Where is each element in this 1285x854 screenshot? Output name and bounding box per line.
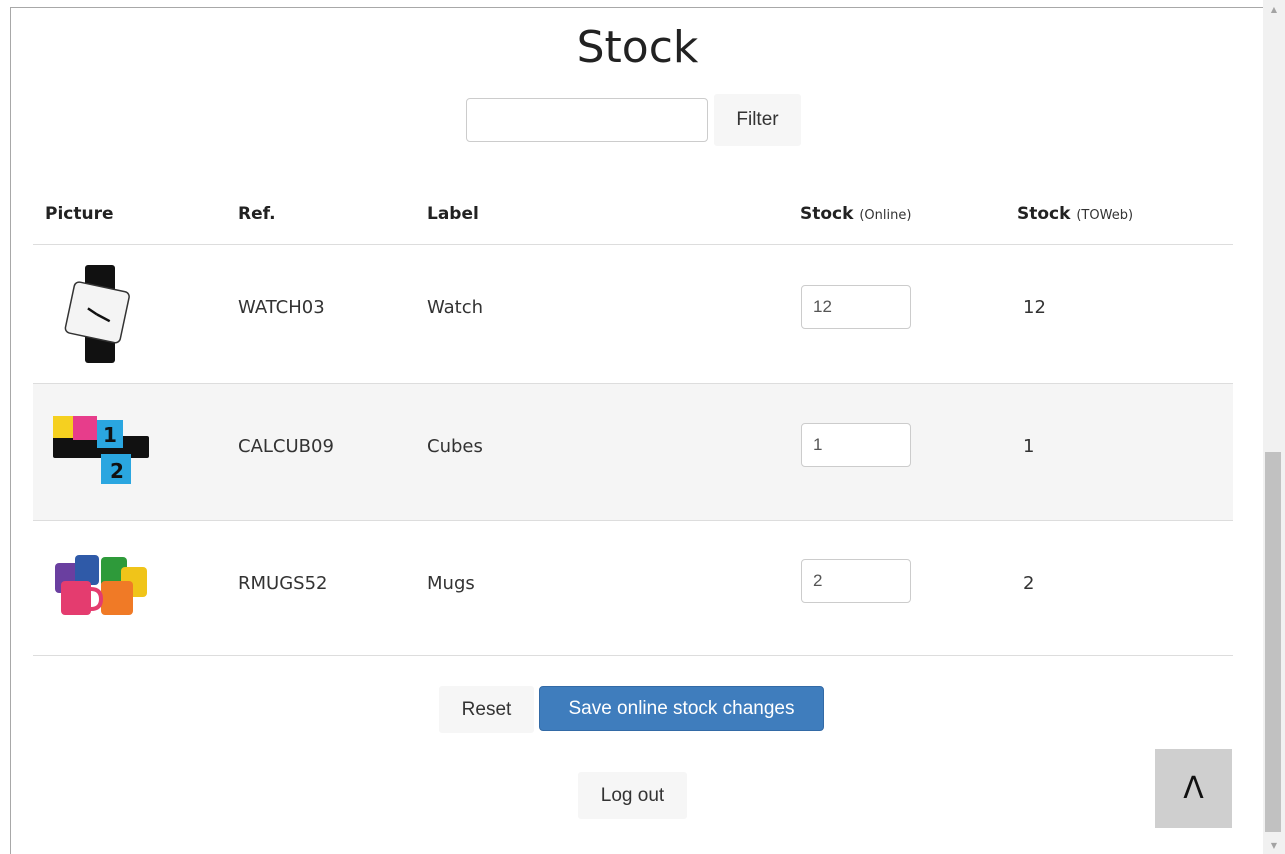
svg-text:1: 1 xyxy=(103,423,117,447)
row-label: Cubes xyxy=(427,436,483,457)
filter-button[interactable]: Filter xyxy=(714,94,801,146)
header-stock-toweb: Stock (TOWeb) xyxy=(1017,204,1133,224)
table-row: WATCH03 Watch 12 xyxy=(33,244,1233,383)
header-label: Label xyxy=(427,204,479,224)
header-picture: Picture xyxy=(45,204,114,224)
page-frame: Stock Filter Picture Ref. Label Stock (O… xyxy=(10,7,1263,854)
header-ref: Ref. xyxy=(238,204,276,224)
logout-button[interactable]: Log out xyxy=(578,772,687,819)
caret-up-icon: Λ xyxy=(1183,771,1204,806)
row-label: Mugs xyxy=(427,573,475,594)
scroll-down-arrow-icon[interactable]: ▼ xyxy=(1263,838,1285,852)
row-stock-toweb: 1 xyxy=(1023,436,1035,457)
stock-online-input[interactable] xyxy=(801,559,911,603)
filter-input[interactable] xyxy=(466,98,708,142)
scroll-up-arrow-icon[interactable]: ▲ xyxy=(1263,2,1285,16)
row-ref: WATCH03 xyxy=(238,297,325,318)
vertical-scrollbar[interactable]: ▲ ▼ xyxy=(1263,0,1285,854)
back-to-top-button[interactable]: Λ xyxy=(1155,749,1232,828)
svg-text:2: 2 xyxy=(110,459,124,483)
scrollbar-thumb[interactable] xyxy=(1265,452,1281,832)
stock-online-input[interactable] xyxy=(801,285,911,329)
header-stock-toweb-note: (TOWeb) xyxy=(1076,208,1134,223)
table-row: RMUGS52 Mugs 2 xyxy=(33,520,1233,655)
reset-button[interactable]: Reset xyxy=(439,686,534,733)
table-bottom-divider xyxy=(33,655,1233,656)
row-stock-toweb: 2 xyxy=(1023,573,1035,594)
header-stock-online-note: (Online) xyxy=(859,208,912,223)
table-row: 1 2 CALCUB09 Cubes 1 xyxy=(33,383,1233,520)
row-stock-toweb: 12 xyxy=(1023,297,1046,318)
header-stock-toweb-text: Stock xyxy=(1017,204,1071,224)
row-ref: RMUGS52 xyxy=(238,573,328,594)
cubes-picture: 1 2 xyxy=(53,416,149,484)
row-label: Watch xyxy=(427,297,484,318)
header-stock-online-text: Stock xyxy=(800,204,854,224)
stock-online-input[interactable] xyxy=(801,423,911,467)
save-online-stock-button[interactable]: Save online stock changes xyxy=(539,686,824,731)
mugs-picture xyxy=(55,555,147,615)
watch-picture xyxy=(64,265,130,363)
row-ref: CALCUB09 xyxy=(238,436,334,457)
page-title: Stock xyxy=(576,22,699,73)
header-stock-online: Stock (Online) xyxy=(800,204,911,224)
